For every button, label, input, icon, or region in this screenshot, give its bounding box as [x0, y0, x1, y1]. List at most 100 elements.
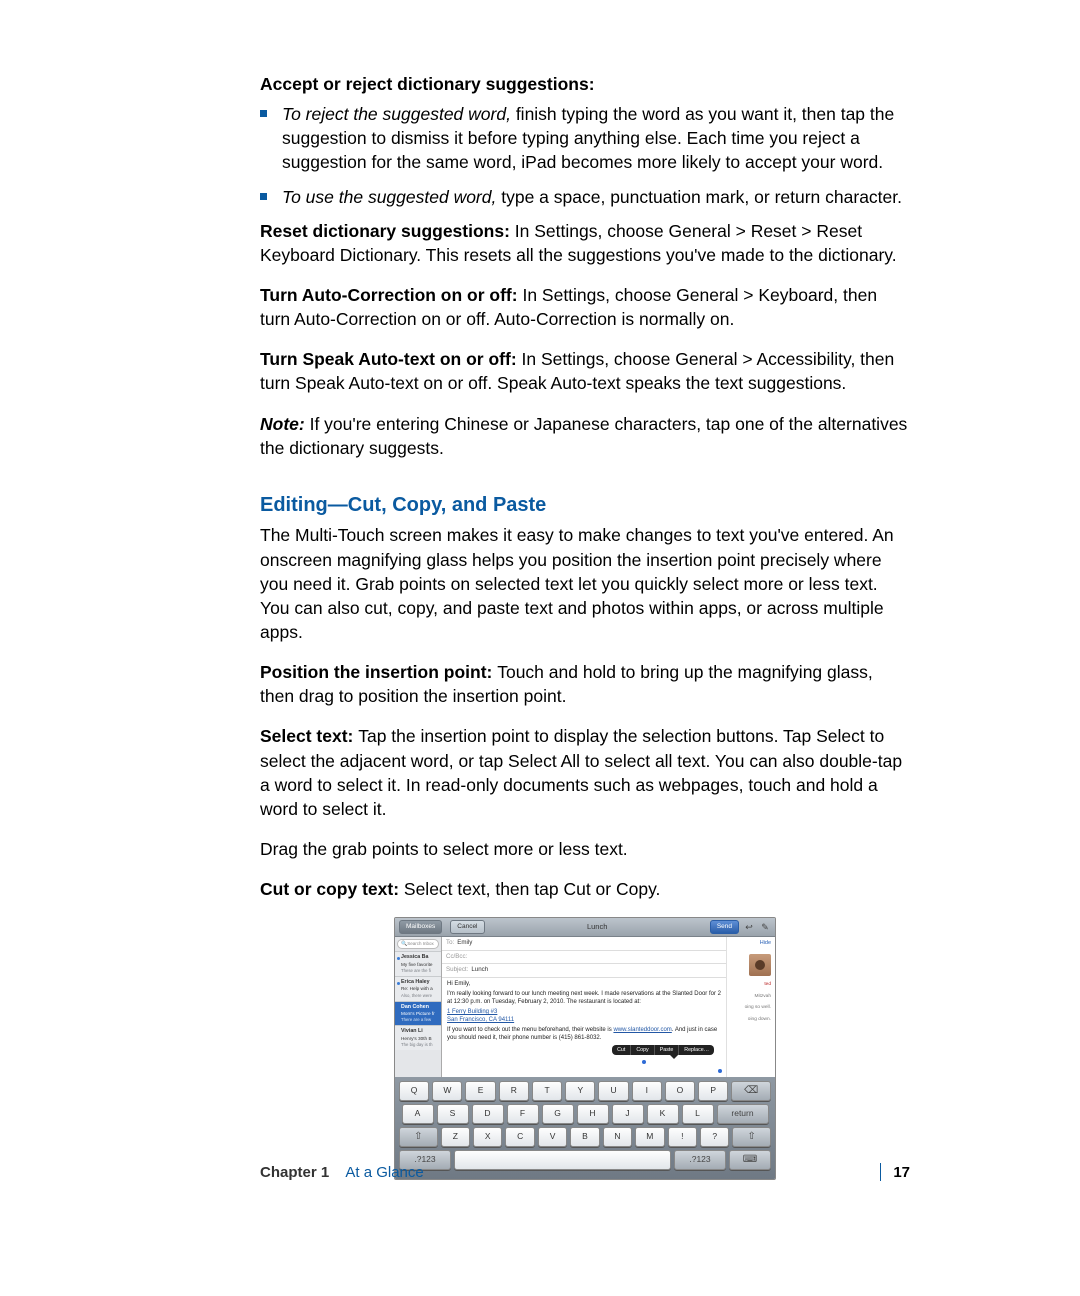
para-lead: Cut or copy text: — [260, 879, 404, 899]
preview-label: There are a few — [401, 1017, 439, 1023]
key-l[interactable]: L — [682, 1104, 714, 1124]
sidebar: 🔍 Search Inbox Jessica BaMy five favorit… — [395, 937, 442, 1077]
key-?[interactable]: ? — [700, 1127, 729, 1147]
sidebar-item-message[interactable]: Vivian LiHenry's 30th BThe big day is th — [395, 1025, 441, 1050]
key-g[interactable]: G — [542, 1104, 574, 1124]
key-d[interactable]: D — [472, 1104, 504, 1124]
para-lead: Position the insertion point: — [260, 662, 497, 682]
backspace-key[interactable]: ⌫ — [731, 1081, 771, 1101]
return-key[interactable]: return — [717, 1104, 769, 1124]
paragraph: Turn Auto-Correction on or off: In Setti… — [260, 283, 910, 331]
key-s[interactable]: S — [437, 1104, 469, 1124]
paste-button[interactable]: Paste — [655, 1045, 680, 1056]
key-y[interactable]: Y — [565, 1081, 595, 1101]
from-label: Dan Cohen — [401, 1004, 439, 1011]
key-v[interactable]: V — [538, 1127, 567, 1147]
paragraph: Select text: Tap the insertion point to … — [260, 724, 910, 821]
key-q[interactable]: Q — [399, 1081, 429, 1101]
selection-handle[interactable] — [718, 1069, 722, 1073]
to-field[interactable]: To: Emily — [442, 937, 726, 951]
paragraph: Reset dictionary suggestions: In Setting… — [260, 219, 910, 267]
key-m[interactable]: M — [635, 1127, 664, 1147]
selection-handle[interactable] — [642, 1060, 646, 1064]
key-i[interactable]: I — [632, 1081, 662, 1101]
cut-button[interactable]: Cut — [612, 1045, 631, 1056]
shift-icon: ⇧ — [414, 1130, 422, 1144]
para-body: Select text, then tap Cut or Copy. — [404, 879, 660, 899]
key-f[interactable]: F — [507, 1104, 539, 1124]
replace-button[interactable]: Replace… — [679, 1045, 714, 1056]
selection-popup: Cut Copy Paste Replace… — [612, 1045, 714, 1056]
subject-field[interactable]: Subject: Lunch — [442, 964, 726, 978]
key-a[interactable]: A — [402, 1104, 434, 1124]
send-button[interactable]: Send — [710, 920, 739, 934]
key-k[interactable]: K — [647, 1104, 679, 1124]
field-value: Emily — [457, 939, 472, 948]
paragraph: Drag the grab points to select more or l… — [260, 837, 910, 861]
para-lead: Select text: — [260, 726, 358, 746]
shift-icon: ⇧ — [747, 1130, 755, 1144]
from-label: Erica Haley — [401, 979, 439, 986]
preview-label: These are the fi — [401, 968, 439, 974]
copy-button[interactable]: Copy — [631, 1045, 654, 1056]
link[interactable]: www.slanteddoor.com — [613, 1027, 671, 1033]
address-line[interactable]: San Francisco, CA 94111 — [447, 1017, 721, 1025]
key-z[interactable]: Z — [441, 1127, 470, 1147]
window-title: Lunch — [489, 922, 706, 932]
key-c[interactable]: C — [505, 1127, 534, 1147]
key-w[interactable]: W — [432, 1081, 462, 1101]
key-n[interactable]: N — [603, 1127, 632, 1147]
sidebar-item-message[interactable]: Dan CohenMom's Picture frThere are a few — [395, 1001, 441, 1026]
ipad-mock: Mailboxes Cancel Lunch Send ↩ ✎ 🔍 Search… — [394, 917, 776, 1180]
shift-key[interactable]: ⇧ — [732, 1127, 771, 1147]
avatar — [749, 954, 771, 976]
address-line[interactable]: 1 Ferry Building #3 — [447, 1009, 721, 1017]
para-lead: Reset dictionary suggestions: — [260, 221, 515, 241]
cc-field[interactable]: Cc/Bcc: — [442, 951, 726, 965]
key-b[interactable]: B — [570, 1127, 599, 1147]
unread-dot-icon — [397, 982, 400, 985]
key-j[interactable]: J — [612, 1104, 644, 1124]
key-o[interactable]: O — [665, 1081, 695, 1101]
heading-accept-reject: Accept or reject dictionary suggestions: — [260, 72, 910, 96]
compose-icon[interactable]: ✎ — [759, 921, 771, 933]
paragraph: Position the insertion point: Touch and … — [260, 660, 910, 708]
mail-split: 🔍 Search Inbox Jessica BaMy five favorit… — [395, 937, 775, 1077]
cancel-button[interactable]: Cancel — [450, 920, 484, 934]
reply-icon[interactable]: ↩ — [743, 921, 755, 933]
key-t[interactable]: T — [532, 1081, 562, 1101]
cut-text: Mitzvah — [754, 994, 771, 1000]
divider — [880, 1163, 881, 1181]
cut-text: ted — [764, 982, 771, 988]
preview-label: Also, there were — [401, 993, 439, 999]
key-r[interactable]: R — [499, 1081, 529, 1101]
key-e[interactable]: E — [465, 1081, 495, 1101]
body-paragraph: I'm really looking forward to our lunch … — [447, 991, 721, 1006]
backspace-icon: ⌫ — [744, 1084, 758, 1098]
key-u[interactable]: U — [598, 1081, 628, 1101]
bullet-body: type a space, punctuation mark, or retur… — [501, 187, 902, 207]
bullet-list: To reject the suggested word, finish typ… — [260, 102, 910, 209]
sidebar-item-message[interactable]: Jessica BaMy five favoriteThese are the … — [395, 951, 441, 976]
hide-button[interactable]: Hide — [760, 940, 771, 948]
compose-pane: To: Emily Cc/Bcc: Subject: Lunch Hi Emil… — [442, 937, 726, 1077]
sidebar-item-message[interactable]: Erica HaleyRe: Help with aAlso, there we… — [395, 976, 441, 1001]
from-label: Vivian Li — [401, 1028, 439, 1035]
back-button[interactable]: Mailboxes — [399, 920, 442, 934]
search-input[interactable]: 🔍 Search Inbox — [397, 939, 439, 949]
key-x[interactable]: X — [473, 1127, 502, 1147]
cut-text: oing so well. — [745, 1005, 771, 1011]
from-label: Jessica Ba — [401, 954, 439, 961]
key-![interactable]: ! — [668, 1127, 697, 1147]
shift-key[interactable]: ⇧ — [399, 1127, 438, 1147]
compose-body[interactable]: Hi Emily, I'm really looking forward to … — [442, 978, 726, 1077]
search-placeholder: Search Inbox — [407, 941, 434, 947]
unread-dot-icon — [397, 957, 400, 960]
bullet-lead: To use the suggested word, — [282, 187, 501, 207]
key-p[interactable]: P — [698, 1081, 728, 1101]
field-value: Lunch — [471, 966, 488, 975]
field-label: Cc/Bcc: — [446, 953, 467, 962]
paragraph: Cut or copy text: Select text, then tap … — [260, 877, 910, 901]
key-h[interactable]: H — [577, 1104, 609, 1124]
bullet-lead: To reject the suggested word, — [282, 104, 516, 124]
